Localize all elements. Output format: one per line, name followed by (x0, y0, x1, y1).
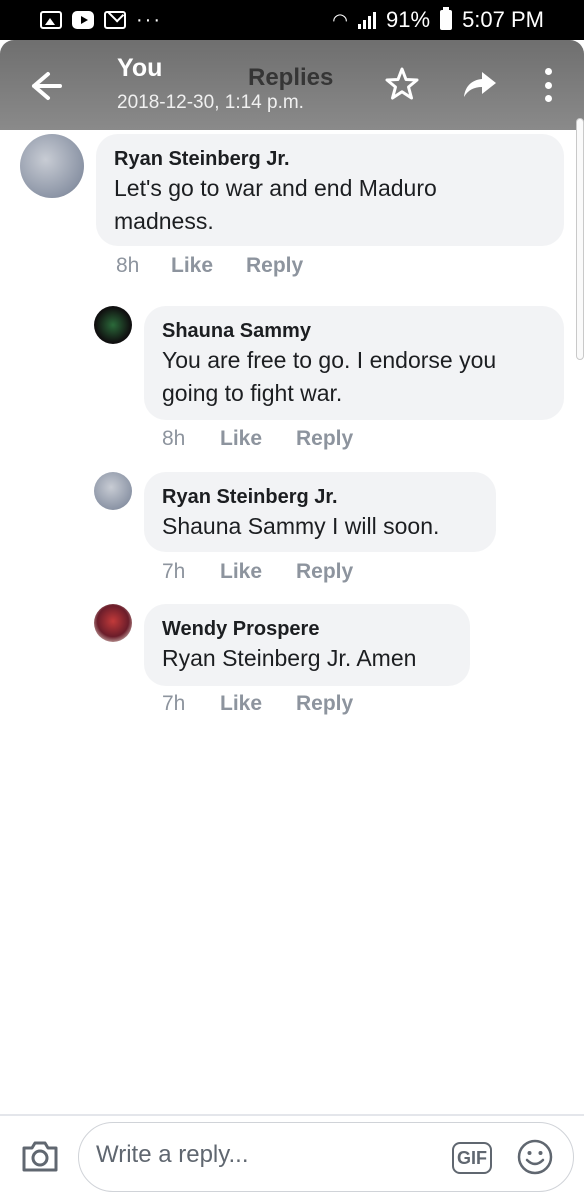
battery-icon (440, 7, 453, 30)
comment-bubble: Ryan Steinberg Jr. Shauna Sammy I will s… (144, 472, 496, 552)
comment-time: 7h (162, 560, 186, 583)
app-bar: You Replies 2018-12-30, 1:14 p.m. (0, 40, 584, 130)
reply-placeholder[interactable]: Write a reply... (96, 1141, 248, 1169)
system-status: ◠ 91% 5:07 PM (332, 7, 544, 33)
emoji-icon[interactable] (516, 1138, 554, 1176)
gif-button[interactable]: GIF (452, 1142, 492, 1174)
comment-author[interactable]: Shauna Sammy (162, 318, 546, 344)
like-button[interactable]: Like (220, 692, 296, 716)
comment-text: Ryan Steinberg Jr. Amen (162, 645, 417, 671)
youtube-icon (72, 11, 94, 29)
like-button[interactable]: Like (171, 254, 246, 278)
avatar[interactable] (94, 472, 132, 510)
notification-icons: ··· (40, 10, 162, 30)
comment-actions: 8h Like Reply (116, 254, 303, 278)
signal-icon (358, 11, 377, 29)
comment-bubble: Shauna Sammy You are free to go. I endor… (144, 306, 564, 420)
page-title: You (117, 54, 163, 82)
like-button[interactable]: Like (220, 560, 296, 584)
comment-text: You are free to go. I endorse you going … (162, 347, 497, 406)
comment-author[interactable]: Ryan Steinberg Jr. (162, 484, 478, 510)
comment-time: 7h (162, 692, 186, 715)
avatar[interactable] (94, 306, 132, 344)
comment-actions: 7h Like Reply (162, 692, 353, 716)
battery-percent: 91% (386, 7, 431, 32)
comment-time: 8h (116, 254, 140, 277)
comment-actions: 8h Like Reply (162, 427, 353, 451)
gallery-icon (40, 11, 62, 29)
divider (0, 1114, 584, 1116)
like-button[interactable]: Like (220, 427, 296, 451)
reply-button[interactable]: Reply (246, 254, 303, 278)
reply-button[interactable]: Reply (296, 427, 353, 451)
more-vertical-icon[interactable] (536, 68, 560, 102)
comment-author[interactable]: Ryan Steinberg Jr. (114, 146, 546, 172)
back-arrow-icon[interactable] (26, 66, 66, 106)
page-subtitle: Replies (248, 64, 334, 91)
comment-author[interactable]: Wendy Prospere (162, 616, 452, 642)
reply-button[interactable]: Reply (296, 560, 353, 584)
comment-time: 8h (162, 427, 186, 450)
more-notifications-icon: ··· (136, 9, 162, 31)
avatar[interactable] (94, 604, 132, 642)
share-icon[interactable] (462, 68, 498, 100)
wifi-icon: ◠ (332, 9, 349, 30)
reply-button[interactable]: Reply (296, 692, 353, 716)
star-icon[interactable] (384, 66, 420, 102)
comment-actions: 7h Like Reply (162, 560, 353, 584)
mail-icon (104, 11, 126, 29)
scrollbar[interactable] (576, 118, 584, 360)
comment-text: Let's go to war and end Maduro madness. (114, 175, 437, 234)
status-bar: ··· ◠ 91% 5:07 PM (0, 0, 584, 40)
clock: 5:07 PM (462, 7, 544, 32)
avatar[interactable] (20, 134, 84, 198)
camera-icon[interactable] (20, 1138, 60, 1174)
comment-text: Shauna Sammy I will soon. (162, 513, 440, 539)
comment-bubble: Wendy Prospere Ryan Steinberg Jr. Amen (144, 604, 470, 686)
comment-bubble: Ryan Steinberg Jr. Let's go to war and e… (96, 134, 564, 246)
post-date: 2018-12-30, 1:14 p.m. (117, 92, 304, 113)
